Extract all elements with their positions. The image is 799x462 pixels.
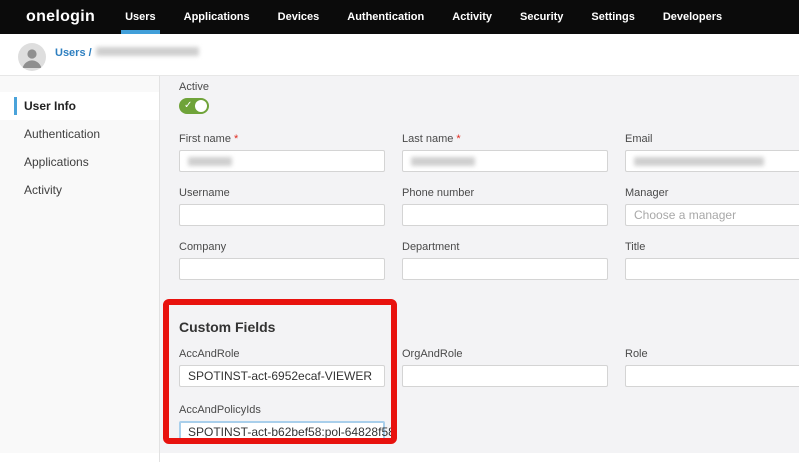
nav-item-activity[interactable]: Activity bbox=[452, 0, 492, 34]
org-and-role-label: OrgAndRole bbox=[402, 348, 608, 361]
toggle-knob bbox=[195, 100, 207, 112]
nav-item-security[interactable]: Security bbox=[520, 0, 563, 34]
field-role: Role bbox=[625, 348, 799, 387]
org-and-role-input[interactable] bbox=[402, 365, 608, 387]
sidebar-item-activity[interactable]: Activity bbox=[0, 176, 159, 204]
field-last-name: Last name* bbox=[402, 133, 608, 172]
field-phone-number: Phone number bbox=[402, 187, 608, 226]
acc-and-role-input[interactable] bbox=[179, 365, 385, 387]
field-manager: Manager bbox=[625, 187, 799, 226]
nav-item-applications[interactable]: Applications bbox=[184, 0, 250, 34]
sidebar-item-applications[interactable]: Applications bbox=[0, 148, 159, 176]
nav-item-authentication[interactable]: Authentication bbox=[347, 0, 424, 34]
custom-fields-heading: Custom Fields bbox=[179, 319, 799, 335]
email-input[interactable] bbox=[625, 150, 799, 172]
bottom-strip bbox=[0, 453, 799, 462]
username-label: Username bbox=[179, 187, 385, 200]
required-asterisk: * bbox=[456, 133, 460, 145]
sidebar: User Info Authentication Applications Ac… bbox=[0, 76, 160, 453]
profile-fields-grid: First name* Last name* Email Username Ph… bbox=[179, 133, 799, 280]
avatar bbox=[18, 43, 46, 71]
field-title: Title bbox=[625, 241, 799, 280]
company-input[interactable] bbox=[179, 258, 385, 280]
nav-item-developers[interactable]: Developers bbox=[663, 0, 722, 34]
check-icon: ✓ bbox=[184, 99, 192, 113]
nav-item-settings[interactable]: Settings bbox=[591, 0, 634, 34]
first-name-label: First name bbox=[179, 133, 231, 145]
department-label: Department bbox=[402, 241, 608, 254]
title-label: Title bbox=[625, 241, 799, 254]
nav-menu: Users Applications Devices Authenticatio… bbox=[125, 0, 750, 34]
nav-item-devices[interactable]: Devices bbox=[278, 0, 320, 34]
acc-and-policy-ids-value: SPOTINST-act-b62bef58:pol-64828f58 bbox=[188, 425, 395, 439]
redacted-email bbox=[634, 157, 764, 166]
user-info-form: Active ✓ First name* Last name* Email Us… bbox=[160, 76, 799, 453]
phone-number-label: Phone number bbox=[402, 187, 608, 200]
redacted-last-name bbox=[411, 157, 475, 166]
breadcrumb: Users / bbox=[55, 40, 199, 61]
manager-label: Manager bbox=[625, 187, 799, 200]
sidebar-item-authentication[interactable]: Authentication bbox=[0, 120, 159, 148]
field-company: Company bbox=[179, 241, 385, 280]
email-label: Email bbox=[625, 133, 799, 146]
last-name-label: Last name bbox=[402, 133, 453, 145]
active-toggle[interactable]: ✓ bbox=[179, 98, 209, 114]
top-nav-bar: onelogin Users Applications Devices Auth… bbox=[0, 0, 799, 34]
nav-item-users[interactable]: Users bbox=[125, 0, 156, 34]
department-input[interactable] bbox=[402, 258, 608, 280]
redacted-user-name bbox=[96, 47, 199, 56]
main-area: User Info Authentication Applications Ac… bbox=[0, 75, 799, 453]
onelogin-logo[interactable]: onelogin bbox=[26, 8, 95, 26]
sidebar-item-user-info[interactable]: User Info bbox=[0, 92, 159, 120]
user-header-bar: Users / bbox=[0, 34, 799, 75]
acc-and-policy-ids-input[interactable]: SPOTINST-act-b62bef58:pol-64828f58 bbox=[179, 421, 385, 443]
field-acc-and-role: AccAndRole bbox=[179, 348, 385, 387]
field-org-and-role: OrgAndRole bbox=[402, 348, 608, 387]
field-username: Username bbox=[179, 187, 385, 226]
acc-and-role-label: AccAndRole bbox=[179, 348, 385, 361]
manager-input[interactable] bbox=[625, 204, 799, 226]
last-name-input[interactable] bbox=[402, 150, 608, 172]
person-icon bbox=[18, 43, 46, 71]
field-department: Department bbox=[402, 241, 608, 280]
custom-fields-grid-row1: AccAndRole OrgAndRole Role bbox=[179, 348, 799, 387]
username-input[interactable] bbox=[179, 204, 385, 226]
field-first-name: First name* bbox=[179, 133, 385, 172]
active-label: Active bbox=[179, 81, 799, 94]
phone-number-input[interactable] bbox=[402, 204, 608, 226]
role-label: Role bbox=[625, 348, 799, 361]
title-input[interactable] bbox=[625, 258, 799, 280]
redacted-first-name bbox=[188, 157, 232, 166]
first-name-input[interactable] bbox=[179, 150, 385, 172]
breadcrumb-users-link[interactable]: Users / bbox=[55, 47, 92, 59]
role-input[interactable] bbox=[625, 365, 799, 387]
field-acc-and-policy-ids: AccAndPolicyIds SPOTINST-act-b62bef58:po… bbox=[179, 404, 385, 443]
custom-fields-grid-row2: AccAndPolicyIds SPOTINST-act-b62bef58:po… bbox=[179, 404, 799, 443]
acc-and-policy-ids-label: AccAndPolicyIds bbox=[179, 404, 385, 417]
field-email: Email bbox=[625, 133, 799, 172]
required-asterisk: * bbox=[234, 133, 238, 145]
company-label: Company bbox=[179, 241, 385, 254]
